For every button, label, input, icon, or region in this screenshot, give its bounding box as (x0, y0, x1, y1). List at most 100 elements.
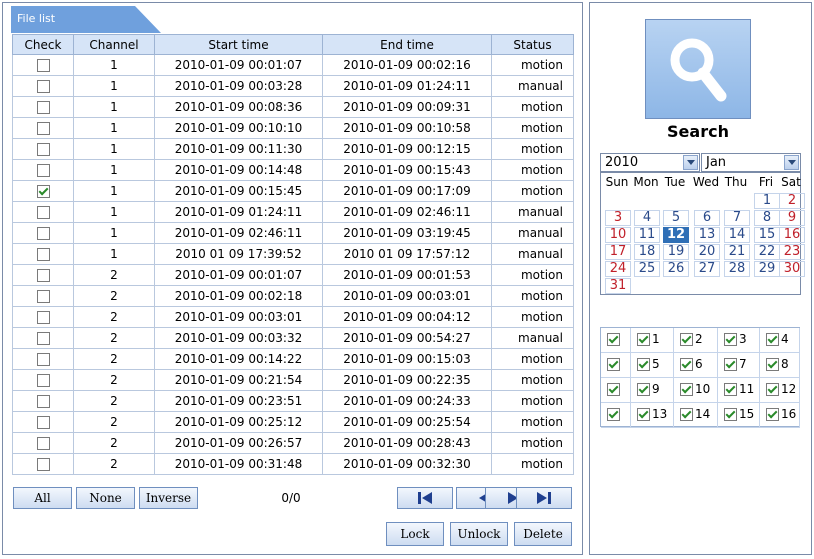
table-row[interactable]: 2 2010-01-09 00:03:32 2010-01-09 00:54:27 m… (12, 327, 574, 349)
calendar-day[interactable]: 19 (663, 244, 689, 260)
calendar-day[interactable]: 23 (779, 244, 805, 260)
row-checkbox[interactable] (36, 311, 50, 324)
channel-row-toggle[interactable] (601, 403, 631, 428)
channel-option[interactable]: 7 (718, 353, 760, 378)
channel-checkbox[interactable] (637, 333, 650, 346)
channel-option[interactable]: 11 (718, 378, 760, 403)
row-checkbox[interactable] (36, 395, 50, 408)
calendar-day[interactable]: 31 (605, 278, 631, 294)
channel-option[interactable]: 2 (674, 328, 718, 353)
channel-checkbox[interactable] (724, 333, 737, 346)
row-checkbox[interactable] (36, 101, 50, 114)
row-checkbox[interactable] (36, 122, 50, 135)
calendar-day[interactable]: 14 (724, 227, 750, 243)
calendar-day[interactable]: 13 (694, 227, 720, 243)
channel-checkbox[interactable] (724, 358, 737, 371)
row-checkbox[interactable] (36, 332, 50, 345)
month-select[interactable]: Jan (701, 153, 801, 172)
calendar-day[interactable]: 10 (605, 227, 631, 243)
channel-option[interactable]: 3 (718, 328, 760, 353)
calendar-day[interactable]: 27 (694, 261, 720, 277)
select-all-button[interactable]: All (13, 487, 72, 509)
table-row[interactable]: 2 2010-01-09 00:02:18 2010-01-09 00:03:01 m… (12, 285, 574, 307)
calendar-day[interactable]: 1 (754, 193, 780, 209)
row-checkbox[interactable] (36, 269, 50, 282)
calendar-day[interactable]: 28 (724, 261, 750, 277)
row-checkbox[interactable] (36, 206, 50, 219)
calendar-day[interactable]: 18 (634, 244, 660, 260)
channel-option[interactable]: 4 (760, 328, 800, 353)
table-row[interactable]: 2 2010-01-09 00:26:57 2010-01-09 00:28:43 m… (12, 432, 574, 454)
table-row[interactable]: 1 2010-01-09 01:24:11 2010-01-09 02:46:11 m… (12, 201, 574, 223)
channel-row-toggle[interactable] (601, 328, 631, 353)
row-checkbox[interactable] (36, 374, 50, 387)
delete-button[interactable]: Delete (514, 522, 572, 546)
channel-option[interactable]: 10 (674, 378, 718, 403)
table-row[interactable]: 2 2010-01-09 00:25:12 2010-01-09 00:25:54 m… (12, 411, 574, 433)
table-row[interactable]: 1 2010-01-09 02:46:11 2010-01-09 03:19:45 m… (12, 222, 574, 244)
channel-checkbox[interactable] (766, 383, 779, 396)
channel-checkbox[interactable] (724, 408, 737, 421)
channel-option[interactable]: 13 (631, 403, 674, 428)
calendar-day[interactable]: 3 (605, 210, 631, 226)
table-row[interactable]: 1 2010-01-09 00:15:45 2010-01-09 00:17:09 m… (12, 180, 574, 202)
channel-checkbox[interactable] (680, 383, 693, 396)
channel-option[interactable]: 8 (760, 353, 800, 378)
channel-checkbox[interactable] (607, 383, 620, 396)
table-row[interactable]: 2 2010-01-09 00:14:22 2010-01-09 00:15:03 m… (12, 348, 574, 370)
channel-checkbox[interactable] (766, 358, 779, 371)
calendar-day[interactable]: 4 (634, 210, 660, 226)
channel-option[interactable]: 1 (631, 328, 674, 353)
select-none-button[interactable]: None (76, 487, 135, 509)
row-checkbox[interactable] (36, 353, 50, 366)
calendar-day[interactable]: 21 (724, 244, 750, 260)
calendar-day[interactable]: 12 (663, 227, 689, 243)
calendar-day[interactable]: 30 (779, 261, 805, 277)
row-checkbox[interactable] (36, 248, 50, 261)
channel-option[interactable]: 6 (674, 353, 718, 378)
table-row[interactable]: 1 2010-01-09 00:11:30 2010-01-09 00:12:15 m… (12, 138, 574, 160)
calendar-day[interactable]: 7 (724, 210, 750, 226)
calendar-day[interactable]: 5 (663, 210, 689, 226)
calendar-day[interactable]: 2 (779, 193, 805, 209)
row-checkbox[interactable] (36, 416, 50, 429)
select-inverse-button[interactable]: Inverse (139, 487, 198, 509)
table-row[interactable]: 1 2010-01-09 00:08:36 2010-01-09 00:09:31 m… (12, 96, 574, 118)
table-row[interactable]: 2 2010-01-09 00:23:51 2010-01-09 00:24:33 m… (12, 390, 574, 412)
year-select[interactable]: 2010 (600, 153, 700, 172)
calendar-day[interactable]: 11 (634, 227, 660, 243)
table-row[interactable]: 1 2010 01 09 17:39:52 2010 01 09 17:57:12 m… (12, 243, 574, 265)
table-row[interactable]: 1 2010-01-09 00:14:48 2010-01-09 00:15:43 m… (12, 159, 574, 181)
calendar-day[interactable]: 26 (663, 261, 689, 277)
channel-checkbox[interactable] (637, 383, 650, 396)
table-row[interactable]: 1 2010-01-09 00:01:07 2010-01-09 00:02:16 m… (12, 54, 574, 76)
row-checkbox[interactable] (36, 227, 50, 240)
calendar-day[interactable]: 17 (605, 244, 631, 260)
channel-checkbox[interactable] (637, 358, 650, 371)
channel-option[interactable]: 14 (674, 403, 718, 428)
row-checkbox[interactable] (36, 437, 50, 450)
calendar-day[interactable]: 25 (634, 261, 660, 277)
channel-option[interactable]: 5 (631, 353, 674, 378)
channel-checkbox[interactable] (680, 408, 693, 421)
row-checkbox[interactable] (36, 290, 50, 303)
channel-checkbox[interactable] (766, 333, 779, 346)
channel-row-toggle[interactable] (601, 378, 631, 403)
row-checkbox[interactable] (36, 458, 50, 471)
calendar-day[interactable]: 29 (754, 261, 780, 277)
table-row[interactable]: 2 2010-01-09 00:01:07 2010-01-09 00:01:53 m… (12, 264, 574, 286)
table-row[interactable]: 2 2010-01-09 00:21:54 2010-01-09 00:22:35 m… (12, 369, 574, 391)
channel-checkbox[interactable] (766, 408, 779, 421)
channel-checkbox[interactable] (724, 383, 737, 396)
table-row[interactable]: 2 2010-01-09 00:03:01 2010-01-09 00:04:12 m… (12, 306, 574, 328)
channel-checkbox[interactable] (680, 333, 693, 346)
table-row[interactable]: 2 2010-01-09 00:31:48 2010-01-09 00:32:30 m… (12, 453, 574, 475)
calendar-day[interactable]: 22 (754, 244, 780, 260)
calendar-day[interactable]: 24 (605, 261, 631, 277)
channel-checkbox[interactable] (637, 408, 650, 421)
row-checkbox[interactable] (36, 164, 50, 177)
table-row[interactable]: 1 2010-01-09 00:10:10 2010-01-09 00:10:58 m… (12, 117, 574, 139)
first-page-button[interactable] (397, 487, 453, 509)
row-checkbox[interactable] (36, 185, 50, 198)
channel-option[interactable]: 16 (760, 403, 800, 428)
